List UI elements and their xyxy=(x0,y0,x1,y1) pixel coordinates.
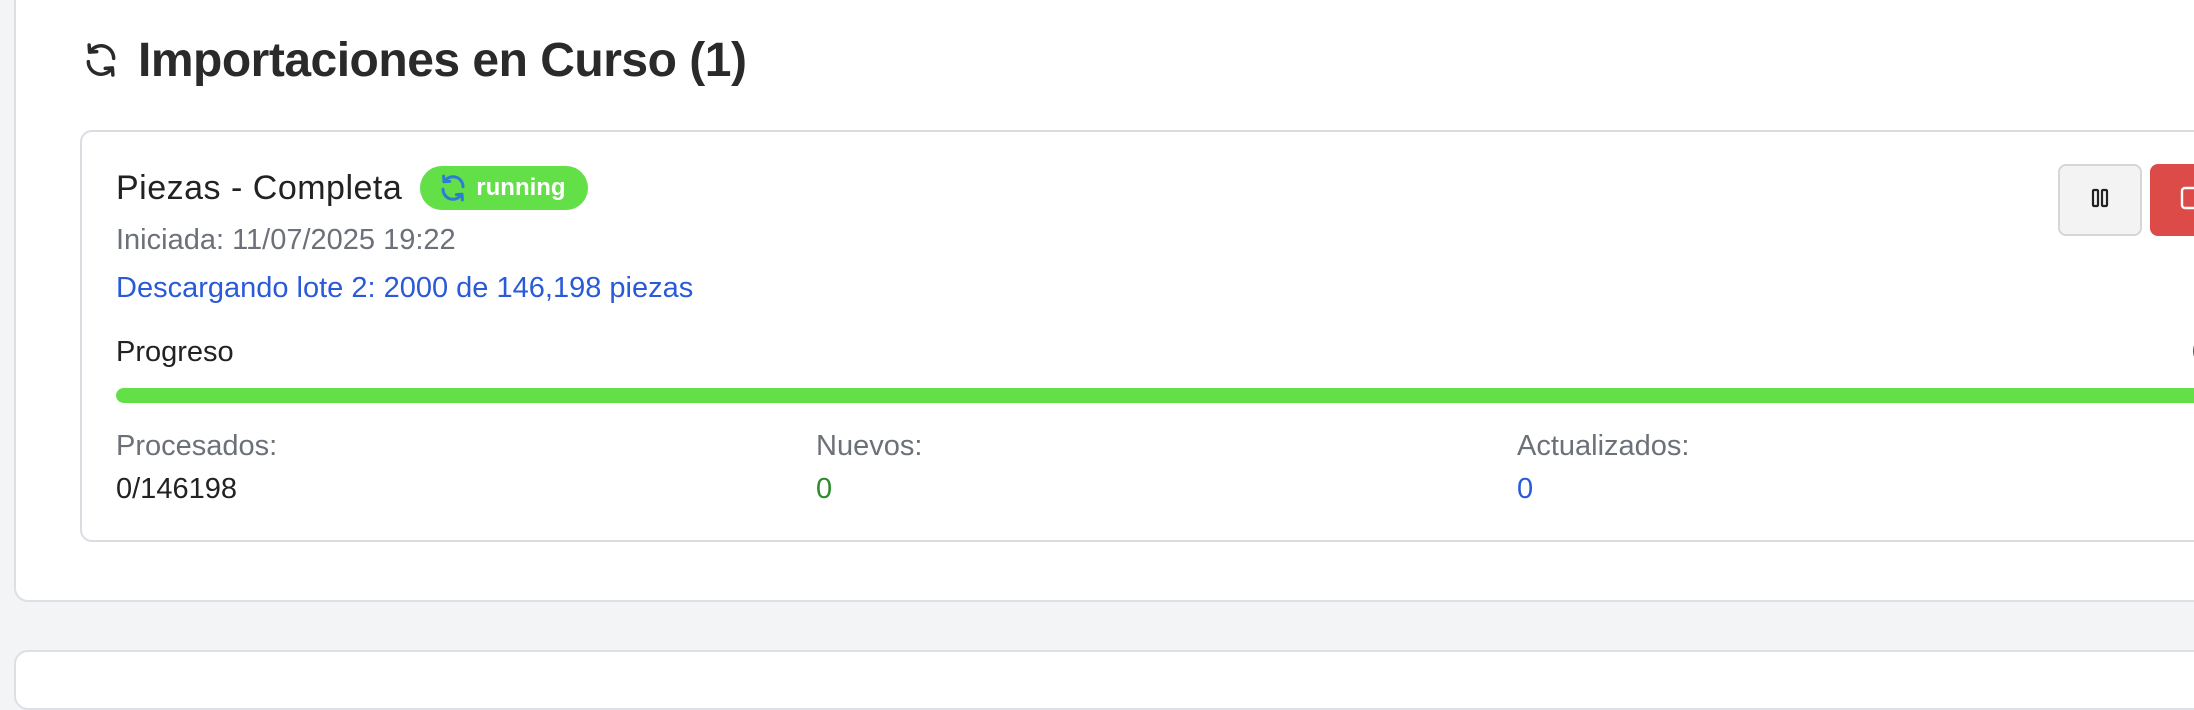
stat-new: Nuevos: 0 xyxy=(816,430,922,506)
stat-updated-label: Actualizados: xyxy=(1517,430,1690,462)
stop-icon xyxy=(2178,184,2194,217)
current-step-message: Descargando lote 2: 2000 de 146,198 piez… xyxy=(116,272,694,304)
stat-updated-value: 0 xyxy=(1517,473,1534,505)
refresh-icon xyxy=(80,39,122,81)
status-label: running xyxy=(476,174,566,201)
pause-button[interactable] xyxy=(2058,164,2142,236)
stat-updated: Actualizados: 0 xyxy=(1517,430,1690,506)
progress-label: Progreso xyxy=(116,336,234,368)
stop-button[interactable] xyxy=(2150,164,2194,236)
import-actions xyxy=(2058,164,2194,236)
stat-processed-value: 0/146198 xyxy=(116,473,237,505)
stat-processed: Procesados: 0/146198 xyxy=(116,430,277,506)
import-card: Piezas - Completa running Iniciada: 11/0… xyxy=(80,130,2194,542)
pause-icon xyxy=(2089,187,2111,214)
status-badge: running xyxy=(420,166,588,210)
stat-new-value: 0 xyxy=(816,473,833,505)
section-title: Importaciones en Curso (1) xyxy=(138,33,747,87)
import-title: Piezas - Completa xyxy=(116,168,403,207)
import-card-header: Piezas - Completa running xyxy=(116,166,588,210)
stat-new-label: Nuevos: xyxy=(816,430,923,462)
imports-in-progress-panel: Importaciones en Curso (1) Piezas - Comp… xyxy=(14,0,2194,602)
progress-bar xyxy=(116,388,2194,403)
progress-bar-fill xyxy=(116,388,2194,403)
next-panel xyxy=(14,650,2194,710)
stat-processed-label: Procesados: xyxy=(116,430,278,462)
section-header: Importaciones en Curso (1) xyxy=(80,28,747,92)
started-at: Iniciada: 11/07/2025 19:22 xyxy=(116,224,456,256)
sync-icon xyxy=(438,173,468,203)
